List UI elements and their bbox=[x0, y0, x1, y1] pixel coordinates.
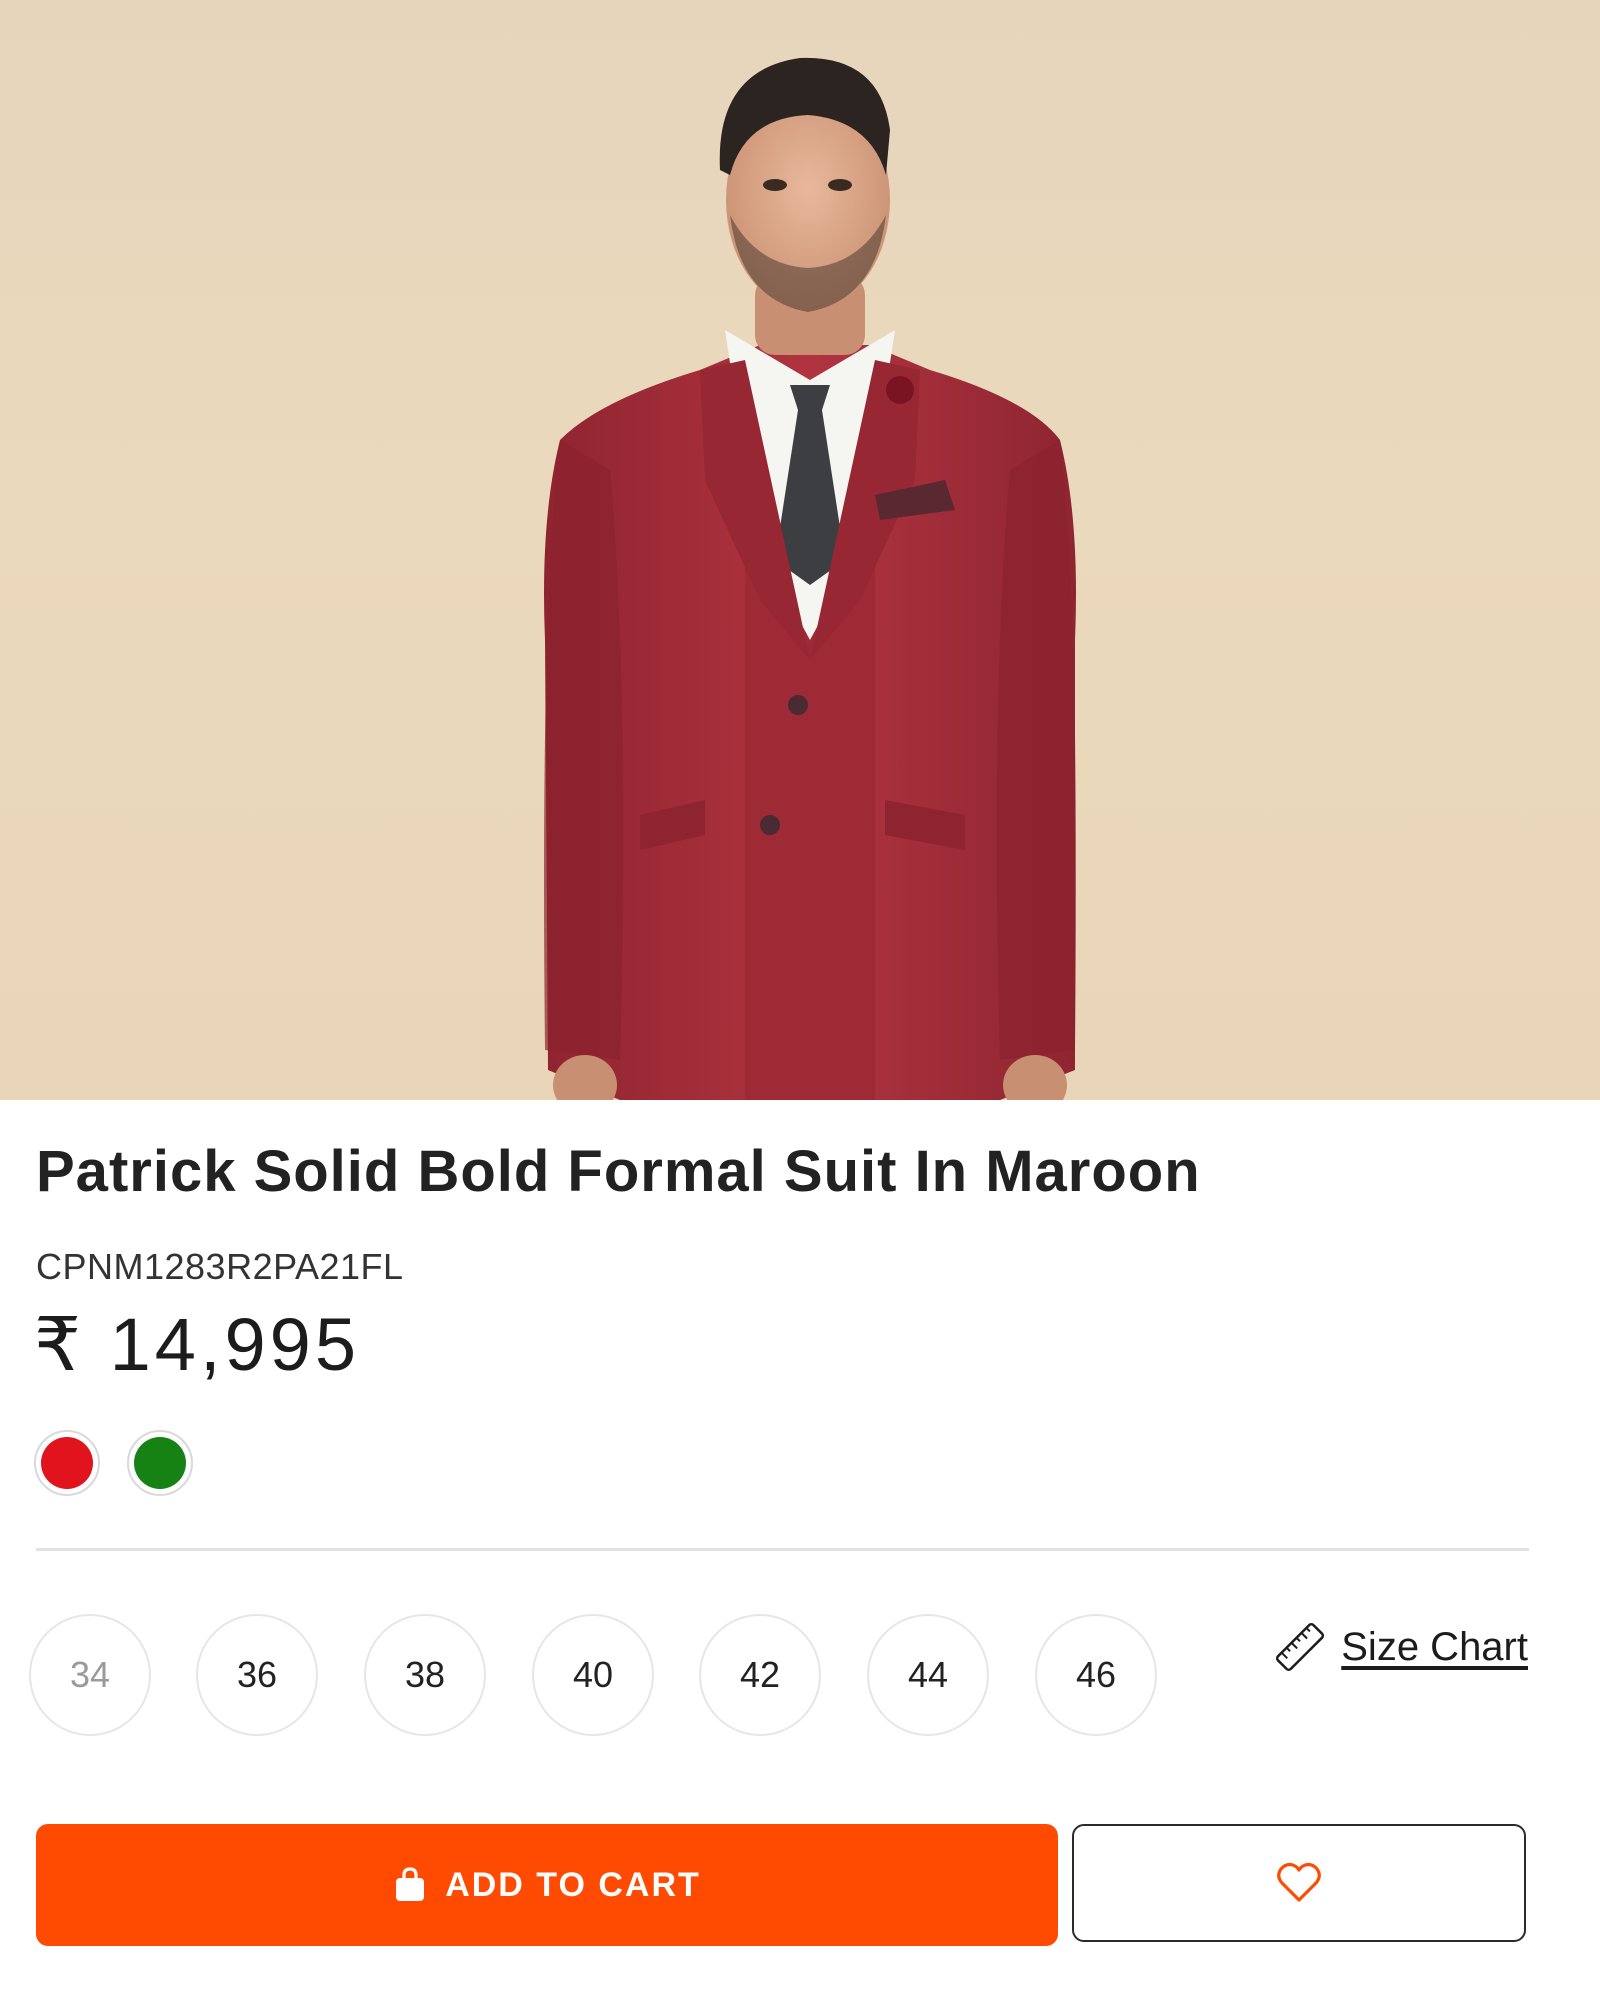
size-option-42[interactable]: 42 bbox=[699, 1614, 821, 1736]
product-image bbox=[0, 0, 1600, 1100]
divider bbox=[36, 1548, 1529, 1551]
product-title: Patrick Solid Bold Formal Suit In Maroon bbox=[36, 1139, 1201, 1204]
size-option-46[interactable]: 46 bbox=[1035, 1614, 1157, 1736]
color-swatch-red[interactable] bbox=[34, 1430, 100, 1496]
size-option-34[interactable]: 34 bbox=[29, 1614, 151, 1736]
heart-icon bbox=[1277, 1862, 1321, 1902]
size-option-36[interactable]: 36 bbox=[196, 1614, 318, 1736]
product-photo bbox=[544, 57, 1076, 1100]
add-to-cart-label: ADD TO CART bbox=[445, 1865, 701, 1904]
red-swatch-dot bbox=[41, 1437, 93, 1489]
wishlist-button[interactable] bbox=[1072, 1824, 1526, 1942]
size-chart-label: Size Chart bbox=[1341, 1624, 1528, 1669]
size-option-44[interactable]: 44 bbox=[867, 1614, 989, 1736]
product-sku: CPNM1283R2PA21FL bbox=[36, 1246, 404, 1287]
size-option-40[interactable]: 40 bbox=[532, 1614, 654, 1736]
product-price: ₹ 14,995 bbox=[34, 1303, 360, 1386]
ruler-icon bbox=[1276, 1622, 1325, 1672]
color-swatch-green[interactable] bbox=[127, 1430, 193, 1496]
size-option-38[interactable]: 38 bbox=[364, 1614, 486, 1736]
green-swatch-dot bbox=[134, 1437, 186, 1489]
size-chart-link[interactable]: Size Chart bbox=[1273, 1620, 1528, 1674]
shopping-bag-icon bbox=[396, 1867, 425, 1901]
add-to-cart-button[interactable]: ADD TO CART bbox=[36, 1824, 1058, 1946]
